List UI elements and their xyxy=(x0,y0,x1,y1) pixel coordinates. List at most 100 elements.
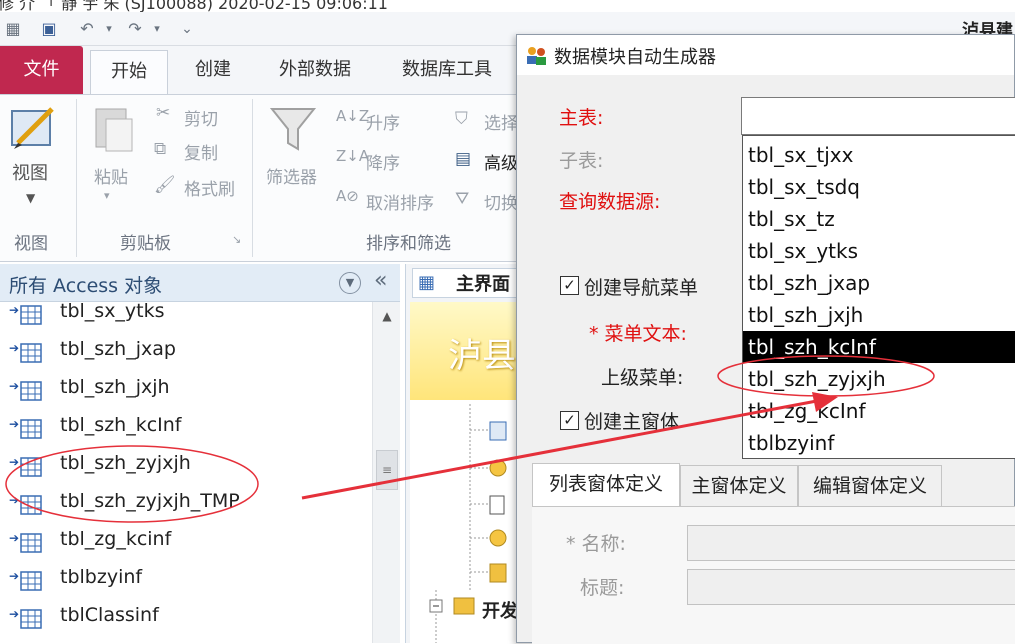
nav-object-list: ➔ tbl_sx_ytks ➔ tbl_szh_jxap ➔ tbl_szh_j… xyxy=(0,302,372,643)
create-nav-menu-label: 创建导航菜单 xyxy=(584,277,699,299)
tab-database-tools[interactable]: 数据库工具 xyxy=(384,46,510,94)
dropdown-option[interactable]: tbl_sx_tz xyxy=(743,203,1015,235)
svg-text:➔: ➔ xyxy=(9,303,19,317)
dropdown-option[interactable]: tbl_szh_jxap xyxy=(743,267,1015,299)
linked-table-icon: ➔ xyxy=(9,341,42,363)
nav-item-tbl-sx-ytks[interactable]: ➔ tbl_sx_ytks xyxy=(0,302,372,336)
view-dropdown-icon[interactable]: ▼ xyxy=(26,191,35,205)
filter-button[interactable]: 筛选器 xyxy=(266,163,317,188)
scroll-thumb[interactable]: ≡ xyxy=(376,450,398,490)
sub-table-label: 子表: xyxy=(559,150,604,172)
svg-text:➔: ➔ xyxy=(9,531,19,545)
cut-button[interactable]: 剪切 xyxy=(184,105,218,130)
main-banner-text: 泸县 xyxy=(448,336,516,376)
linked-table-icon: ➔ xyxy=(9,455,42,477)
ribbon-tab-row: 文件 开始 创建 外部数据 数据库工具 xyxy=(0,46,520,94)
sort-descending-button[interactable]: 降序 xyxy=(366,149,400,174)
form-name-input[interactable] xyxy=(687,525,1015,561)
dropdown-option-selected[interactable]: tbl_szh_kcInf xyxy=(743,331,1015,363)
nav-item-label: tblbzyinf xyxy=(60,566,143,588)
advanced-button[interactable]: 高级 xyxy=(484,149,518,174)
nav-item-tbl-szh-kcinf[interactable]: ➔ tbl_szh_kcInf xyxy=(0,412,372,450)
ribbon-home-panel: 视图 ▼ 视图 粘贴 ▾ ✂ 剪切 ⧉ 复制 🖌 格式刷 剪贴板 ↘ 筛选器 A… xyxy=(0,94,520,262)
group-label-clipboard: 剪贴板 xyxy=(120,234,171,254)
svg-text:➔: ➔ xyxy=(9,455,19,469)
paste-dropdown-icon[interactable]: ▾ xyxy=(104,189,110,202)
create-main-form-checkbox[interactable]: ✓ xyxy=(560,411,579,430)
dropdown-option[interactable]: tbl_zg_kcInf xyxy=(743,395,1015,427)
linked-table-icon: ➔ xyxy=(9,493,42,515)
view-button[interactable]: 视图 xyxy=(12,159,48,185)
nav-item-tblclassinf[interactable]: ➔ tblClassinf xyxy=(0,602,372,640)
clipboard-launcher-icon[interactable]: ↘ xyxy=(232,233,241,246)
create-main-form-label: 创建主窗体 xyxy=(584,411,680,433)
linked-table-icon: ➔ xyxy=(9,607,42,629)
dropdown-option[interactable]: tbl_sx_tsdq xyxy=(743,171,1015,203)
copy-icon: ⧉ xyxy=(154,139,167,159)
nav-scrollbar[interactable]: ▲ ≡ xyxy=(372,302,400,643)
nav-item-tbl-szh-zyjxjh-tmp[interactable]: ➔ tbl_szh_zyjxjh_TMP xyxy=(0,488,372,526)
copy-button[interactable]: 复制 xyxy=(184,139,218,164)
cut-icon: ✂ xyxy=(156,103,171,123)
tab-edit-form-definition[interactable]: 编辑窗体定义 xyxy=(798,465,942,507)
ribbon-separator xyxy=(252,99,253,257)
main-table-label: 主表: xyxy=(559,107,604,129)
dropdown-option[interactable]: tbl_szh_jxjh xyxy=(743,299,1015,331)
selection-button[interactable]: 选择 xyxy=(484,109,518,134)
nav-item-tbl-szh-zyjxjh[interactable]: ➔ tbl_szh_zyjxjh xyxy=(0,450,372,488)
paste-button[interactable]: 粘贴 xyxy=(94,163,128,188)
undo-icon[interactable]: ↶ xyxy=(76,18,98,40)
sort-descending-icon: Z↓A xyxy=(336,147,370,165)
format-painter-button[interactable]: 格式刷 xyxy=(184,175,235,200)
tab-external-data[interactable]: 外部数据 xyxy=(262,46,368,94)
dialog-titlebar[interactable]: 数据模块自动生成器 xyxy=(517,35,1014,75)
save-icon[interactable]: ▣ xyxy=(38,18,60,40)
svg-text:➔: ➔ xyxy=(9,379,19,393)
tab-content-panel: * 名称: 标题: xyxy=(532,506,1015,644)
dropdown-option[interactable]: tblbzyinf xyxy=(743,427,1015,458)
toggle-filter-icon: ⛛ xyxy=(455,189,470,209)
redo-dropdown-icon[interactable]: ▾ xyxy=(146,18,168,40)
form-caption-input[interactable] xyxy=(687,569,1015,605)
tab-file[interactable]: 文件 xyxy=(0,46,83,94)
nav-pane-collapse-icon[interactable]: « xyxy=(374,268,387,293)
toggle-filter-button[interactable]: 切换 xyxy=(484,189,518,214)
nav-pane-menu-icon[interactable]: ▼ xyxy=(339,272,361,294)
sort-ascending-button[interactable]: 升序 xyxy=(366,109,400,134)
nav-item-tbl-szh-jxjh[interactable]: ➔ tbl_szh_jxjh xyxy=(0,374,372,412)
main-table-combobox[interactable] xyxy=(741,97,1015,135)
create-nav-menu-checkbox[interactable]: ✓ xyxy=(560,276,579,295)
tab-list-form-definition[interactable]: 列表窗体定义 xyxy=(532,463,680,507)
dialog-users-icon xyxy=(527,47,546,65)
nav-pane-title: 所有 Access 对象 xyxy=(9,275,163,297)
clear-sort-button[interactable]: 取消排序 xyxy=(366,189,434,214)
dropdown-option[interactable]: tbl_sx_ytks xyxy=(743,235,1015,267)
clear-sort-icon: A⊘ xyxy=(336,187,359,205)
tab-main-form-definition[interactable]: 主窗体定义 xyxy=(680,465,798,507)
nav-item-label: tbl_szh_zyjxjh xyxy=(60,452,191,474)
tab-home[interactable]: 开始 xyxy=(90,50,168,94)
nav-item-tbl-szh-jxap[interactable]: ➔ tbl_szh_jxap xyxy=(0,336,372,374)
linked-table-icon: ➔ xyxy=(9,379,42,401)
dropdown-option[interactable]: tbl_szh_zyjxjh xyxy=(743,363,1015,395)
tab-create[interactable]: 创建 xyxy=(178,46,248,94)
main-table-dropdown-list[interactable]: tbl_sx_tjxx tbl_sx_tsdq tbl_sx_tz tbl_sx… xyxy=(742,135,1015,459)
nav-item-label: tbl_szh_kcInf xyxy=(60,414,182,436)
customize-qat-icon[interactable]: ⌄ xyxy=(176,18,198,40)
form-tab-icon: ▦ xyxy=(418,272,436,293)
nav-item-tbl-zg-kcinf[interactable]: ➔ tbl_zg_kcinf xyxy=(0,526,372,564)
nav-item-label: tbl_szh_zyjxjh_TMP xyxy=(60,490,240,512)
nav-pane-header[interactable]: 所有 Access 对象 ▼ « xyxy=(0,264,400,302)
redo-icon[interactable]: ↷ xyxy=(124,18,146,40)
svg-text:➔: ➔ xyxy=(9,341,19,355)
scroll-up-icon[interactable]: ▲ xyxy=(377,306,397,326)
nav-item-tblbzyinf[interactable]: ➔ tblbzyinf xyxy=(0,564,372,602)
linked-table-icon: ➔ xyxy=(9,531,42,553)
undo-dropdown-icon[interactable]: ▾ xyxy=(98,18,120,40)
dropdown-option[interactable]: tbl_sx_tjxx xyxy=(743,139,1015,171)
tree-node-develop[interactable]: 开发 xyxy=(482,597,518,623)
app-icon: ▦ xyxy=(5,19,21,38)
nav-item-label: tbl_szh_jxap xyxy=(60,338,176,360)
advanced-filter-icon: ▤ xyxy=(455,149,472,169)
selection-filter-icon: ⛉ xyxy=(455,109,468,129)
